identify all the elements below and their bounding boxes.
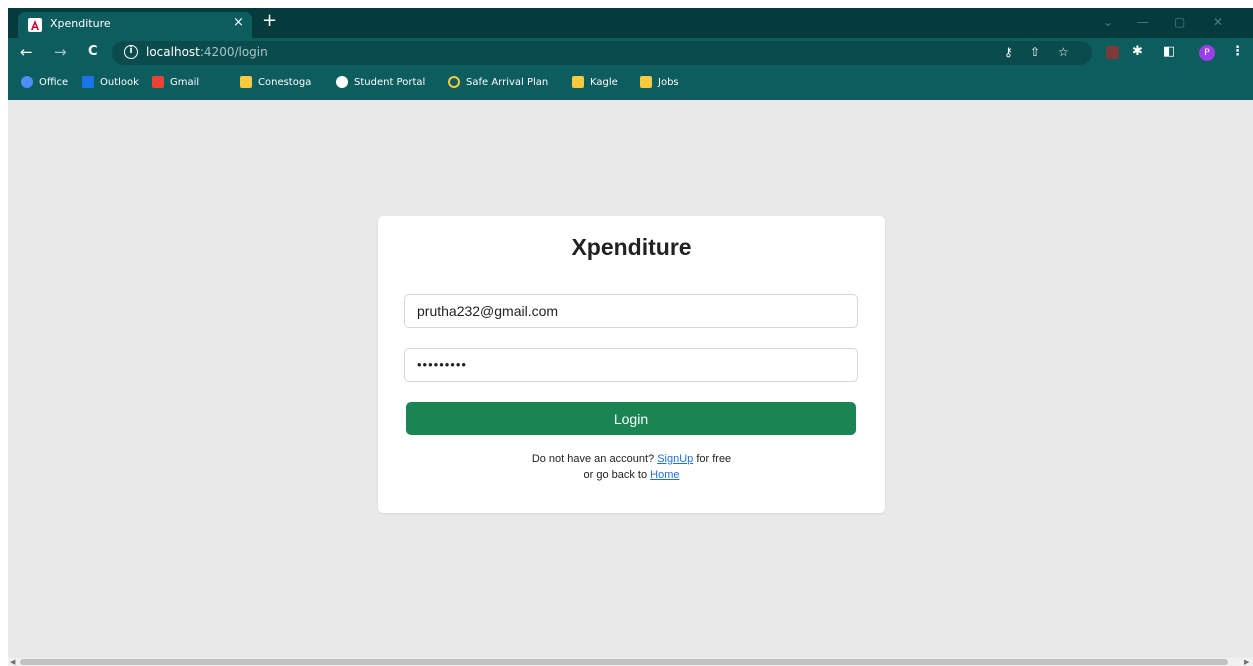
office-icon xyxy=(21,76,33,88)
extension-icon[interactable] xyxy=(1106,46,1119,59)
signup-link[interactable]: SignUp xyxy=(657,453,693,465)
share-icon[interactable]: ⇧ xyxy=(1030,45,1040,59)
scroll-right-icon[interactable]: ▶ xyxy=(1244,658,1249,666)
bookmark-jobs[interactable]: Jobs xyxy=(640,76,679,92)
browser-window: Xpenditure × + ⌄ — ▢ ✕ ← → C i localhost… xyxy=(8,8,1253,666)
folder-icon xyxy=(572,76,584,88)
tab-xpenditure[interactable]: Xpenditure × xyxy=(18,12,252,38)
tab-search-icon[interactable]: ⌄ xyxy=(1103,15,1113,29)
minimize-icon[interactable]: — xyxy=(1137,15,1149,29)
app-title: Xpenditure xyxy=(571,234,692,260)
password-input[interactable]: ••••••••• xyxy=(404,348,858,382)
login-button[interactable]: Login xyxy=(406,402,856,435)
tab-title: Xpenditure xyxy=(50,17,111,30)
scroll-left-icon[interactable]: ◀ xyxy=(10,658,15,666)
bookmark-student-portal[interactable]: Student Portal xyxy=(336,76,425,92)
back-icon[interactable]: ← xyxy=(20,43,33,61)
outlook-icon xyxy=(82,76,94,88)
restore-icon[interactable]: ▢ xyxy=(1174,15,1185,29)
key-icon[interactable]: ⚷ xyxy=(1004,45,1013,59)
folder-icon xyxy=(640,76,652,88)
reload-icon[interactable]: C xyxy=(88,43,98,61)
menu-icon[interactable]: ⋮ xyxy=(1231,44,1244,59)
gmail-icon xyxy=(152,76,164,88)
bookmark-kagle[interactable]: Kagle xyxy=(572,76,618,92)
bookmarks-bar: Office Outlook Gmail Conestoga Student P… xyxy=(8,68,1253,100)
bookmark-gmail[interactable]: Gmail xyxy=(152,76,199,92)
home-link[interactable]: Home xyxy=(650,469,679,481)
profile-avatar[interactable]: P xyxy=(1199,45,1215,61)
url-text: localhost:4200/login xyxy=(146,45,268,59)
tab-close-icon[interactable]: × xyxy=(233,15,244,30)
bookmark-conestoga[interactable]: Conestoga xyxy=(240,76,311,92)
tab-strip: Xpenditure × + ⌄ — ▢ ✕ xyxy=(8,8,1253,38)
bookmark-star-icon[interactable]: ☆ xyxy=(1058,45,1069,59)
side-panel-icon[interactable]: ◧ xyxy=(1163,44,1175,59)
page-content: Xpenditure prutha232@gmail.com •••••••••… xyxy=(8,100,1253,658)
browser-toolbar: ← → C i localhost:4200/login ⚷ ⇧ ☆ ✱ ◧ P… xyxy=(8,38,1253,68)
login-card: Xpenditure prutha232@gmail.com •••••••••… xyxy=(378,216,885,513)
scrollbar-thumb[interactable] xyxy=(20,659,1228,665)
home-hint: or go back to Home xyxy=(583,469,680,481)
bookmark-safe-arrival-plan[interactable]: Safe Arrival Plan xyxy=(448,76,548,92)
forward-icon[interactable]: → xyxy=(54,43,67,61)
site-info-icon[interactable]: i xyxy=(124,45,138,59)
bookmark-outlook[interactable]: Outlook xyxy=(82,76,139,92)
loading-icon xyxy=(448,76,460,88)
bookmark-office[interactable]: Office xyxy=(21,76,68,92)
horizontal-scrollbar[interactable]: ◀ ▶ xyxy=(8,658,1253,666)
puzzle-icon[interactable]: ✱ xyxy=(1132,44,1143,59)
globe-icon xyxy=(336,76,348,88)
angular-icon xyxy=(28,18,42,32)
email-input[interactable]: prutha232@gmail.com xyxy=(404,294,858,328)
close-window-icon[interactable]: ✕ xyxy=(1213,15,1223,29)
signup-hint: Do not have an account? SignUp for free xyxy=(531,453,732,465)
new-tab-icon[interactable]: + xyxy=(262,12,277,30)
folder-icon xyxy=(240,76,252,88)
address-bar[interactable]: i localhost:4200/login ⚷ ⇧ ☆ xyxy=(112,41,1092,65)
